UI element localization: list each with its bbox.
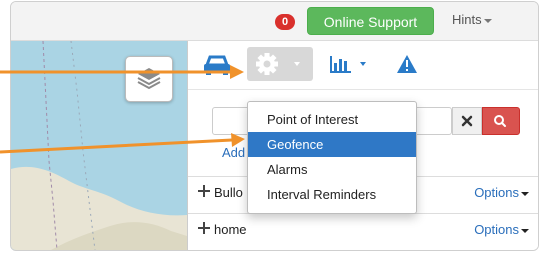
menu-item-point-of-interest[interactable]: Point of Interest — [248, 107, 416, 132]
gear-icon — [256, 53, 278, 75]
hints-dropdown[interactable]: Hints — [452, 12, 492, 27]
chevron-down-icon — [483, 18, 492, 23]
alerts-button[interactable] — [388, 47, 426, 81]
chevron-down-icon — [294, 62, 300, 66]
car-icon — [204, 55, 230, 75]
expand-icon[interactable] — [198, 185, 210, 197]
notification-badge[interactable]: 0 — [275, 14, 295, 30]
menu-item-interval-reminders[interactable]: Interval Reminders — [248, 182, 416, 207]
close-icon — [461, 115, 473, 127]
options-label: Options — [474, 222, 519, 237]
search-icon — [494, 115, 506, 127]
chevron-down-icon — [521, 191, 529, 196]
list-item-name: Bullo — [214, 185, 243, 200]
hints-label: Hints — [452, 12, 482, 27]
menu-item-alarms[interactable]: Alarms — [248, 157, 416, 182]
panel-toolbar — [188, 41, 538, 90]
expand-icon[interactable] — [198, 222, 210, 234]
vehicles-button[interactable] — [198, 47, 236, 81]
layers-button[interactable] — [125, 56, 173, 102]
chevron-down-icon — [360, 62, 366, 66]
top-bar: 0 Online Support Hints — [11, 2, 538, 41]
options-dropdown[interactable]: Options — [474, 222, 529, 237]
clear-search-button[interactable] — [452, 107, 482, 135]
settings-menu: Point of Interest Geofence Alarms Interv… — [247, 101, 417, 214]
online-support-button[interactable]: Online Support — [307, 7, 434, 35]
options-dropdown[interactable]: Options — [474, 185, 529, 200]
chevron-down-icon — [521, 228, 529, 233]
menu-item-geofence[interactable]: Geofence — [248, 132, 416, 157]
bar-chart-icon — [330, 56, 351, 73]
options-label: Options — [474, 185, 519, 200]
map-view[interactable] — [11, 41, 187, 250]
reports-button[interactable] — [321, 47, 371, 81]
list-item-name: home — [214, 222, 247, 237]
search-button[interactable] — [482, 107, 520, 135]
settings-button[interactable] — [247, 47, 313, 81]
warning-icon — [397, 55, 417, 73]
list-item[interactable]: home Options — [188, 213, 538, 246]
layers-icon — [137, 68, 161, 90]
add-link[interactable]: Add — [222, 145, 245, 160]
